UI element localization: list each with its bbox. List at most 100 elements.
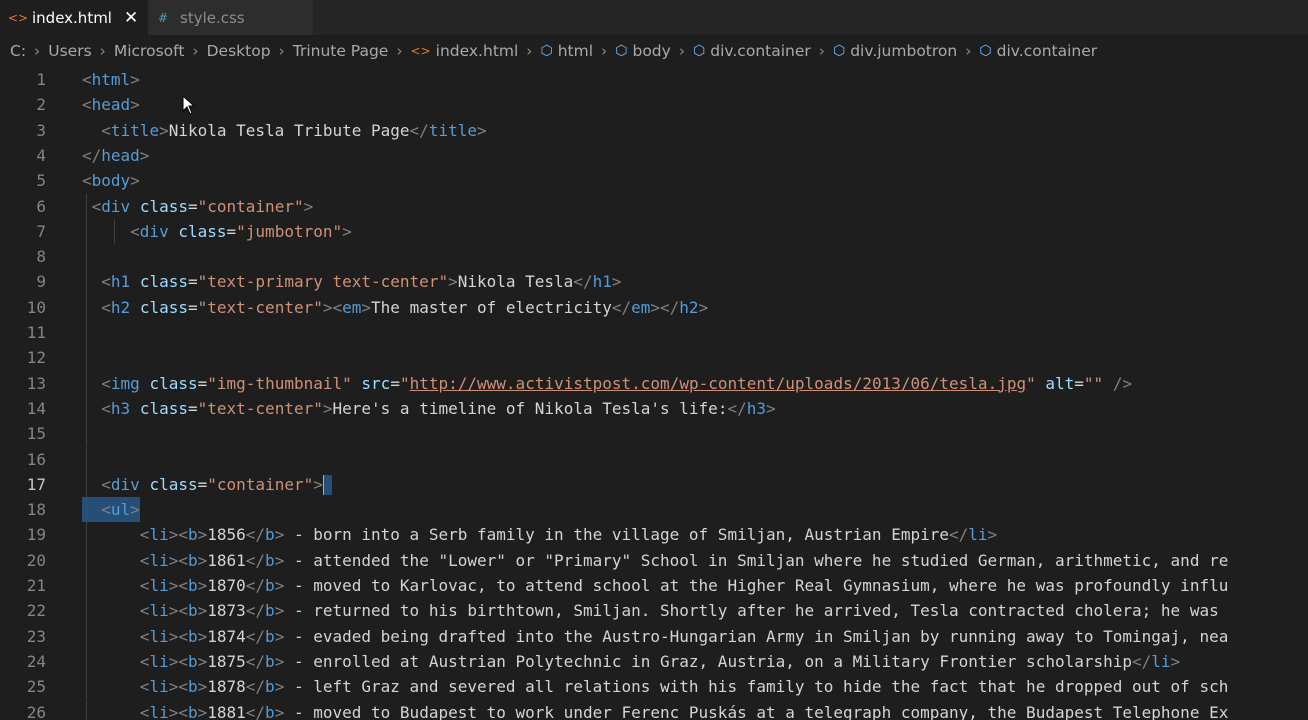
code-token: li — [149, 525, 169, 545]
chevron-right-icon: › — [965, 42, 972, 60]
code-line[interactable]: 12 — [0, 345, 1308, 371]
code-token: </ — [245, 525, 266, 545]
code-token: 1881 — [207, 702, 246, 720]
code-token: b — [265, 677, 275, 697]
close-icon[interactable]: ✕ — [124, 8, 138, 28]
code-line[interactable]: 11 — [0, 320, 1308, 346]
code-line[interactable]: 1 <html> — [0, 67, 1308, 92]
code-token: >< — [322, 297, 343, 317]
tab-style-css[interactable]: # style.css — [148, 0, 313, 35]
breadcrumb-item-symbol[interactable]: ⬡ div.container — [693, 42, 811, 60]
code-token: </ — [245, 702, 266, 720]
code-token: > — [197, 626, 208, 646]
code-token: > — [765, 398, 776, 418]
code-token: 1861 — [207, 550, 246, 570]
breadcrumb-item[interactable]: C: — [10, 42, 26, 60]
breadcrumb-item[interactable]: Microsoft — [114, 42, 185, 60]
code-token: em — [631, 297, 651, 317]
code-line[interactable]: 17 <div class="container"> — [0, 471, 1308, 498]
code-token: >< — [168, 626, 188, 646]
breadcrumb-item[interactable]: Users — [48, 42, 91, 60]
code-line[interactable]: 2 <head> — [0, 92, 1308, 117]
line-number: 22 — [26, 601, 46, 621]
line-number: 2 — [36, 95, 46, 115]
code-text: <img class="img-thumbnail" src="http://w… — [82, 371, 1132, 396]
code-token: < — [82, 651, 150, 671]
breadcrumb-item-symbol[interactable]: ⬡ body — [615, 42, 671, 60]
code-token: Nikola Tesla — [457, 272, 574, 292]
code-line[interactable]: 26 <li><b>1881</b> - moved to Budapest t… — [0, 699, 1308, 720]
code-line[interactable]: 13 <img class="img-thumbnail" src="http:… — [0, 370, 1308, 396]
code-token: title — [428, 120, 477, 140]
code-line[interactable]: 20 <li><b>1861</b> - attended the "Lower… — [0, 547, 1308, 573]
code-line[interactable]: 22 <li><b>1873</b> - returned to his bir… — [0, 598, 1308, 624]
code-token: > — [197, 702, 208, 720]
code-token: /> — [1103, 373, 1133, 393]
code-token: h3 — [746, 398, 766, 418]
code-text: <div class="container"> — [82, 472, 332, 497]
code-line[interactable]: 4 </head> — [0, 143, 1308, 168]
code-line[interactable]: 9 <h1 class="text-primary text-center">N… — [0, 269, 1308, 295]
code-token: > — [274, 677, 285, 697]
code-token: > — [197, 550, 208, 570]
line-number: 26 — [26, 702, 46, 720]
code-token: > — [274, 626, 285, 646]
code-token: b — [187, 677, 198, 697]
code-line[interactable]: 24 <li><b>1875</b> - enrolled at Austria… — [0, 648, 1308, 675]
line-number: 11 — [26, 323, 46, 342]
code-line[interactable]: 7 <div class="jumbotron"> — [0, 218, 1308, 245]
code-token: li — [1151, 651, 1171, 671]
code-line[interactable]: 15 — [0, 421, 1308, 447]
code-token: < — [82, 70, 92, 89]
code-line[interactable]: 5 <body> — [0, 168, 1308, 193]
code-token: 1878 — [207, 677, 246, 697]
code-token: li — [149, 651, 169, 671]
line-number: 4 — [36, 145, 46, 165]
breadcrumb-item-symbol[interactable]: ⬡ div.jumbotron — [833, 42, 957, 60]
breadcrumb-item[interactable]: Desktop — [207, 42, 271, 60]
code-token: </ — [611, 297, 632, 317]
breadcrumb-item-file[interactable]: <> index.html — [411, 42, 519, 60]
code-line[interactable]: 18 <ul> — [0, 497, 1308, 523]
code-token: h2 — [110, 297, 131, 317]
code-token: < — [82, 576, 150, 595]
indent-guide — [86, 446, 87, 472]
code-token: > — [987, 525, 998, 545]
code-line[interactable]: 16 — [0, 446, 1308, 472]
code-token: > — [274, 576, 285, 595]
code-token: > — [130, 500, 140, 520]
code-line[interactable]: 8 — [0, 244, 1308, 270]
breadcrumb-item-symbol[interactable]: ⬡ html — [541, 42, 594, 60]
code-token: html — [91, 70, 131, 89]
breadcrumb-item-symbol[interactable]: ⬡ div.container — [979, 42, 1097, 60]
code-line[interactable]: 10 <h2 class="text-center"><em>The maste… — [0, 294, 1308, 320]
code-line[interactable]: 14 <h3 class="text-center">Here's a time… — [0, 395, 1308, 422]
code-token: class — [149, 474, 198, 494]
code-text: <h2 class="text-center"><em>The master o… — [82, 295, 708, 320]
code-token: class — [149, 373, 198, 393]
code-line[interactable]: 19 <li><b>1856</b> - born into a Serb fa… — [0, 522, 1308, 548]
code-line[interactable]: 25 <li><b>1878</b> - left Graz and sever… — [0, 674, 1308, 700]
tab-index-html[interactable]: <> index.html ✕ — [0, 0, 148, 35]
code-line[interactable]: 23 <li><b>1874</b> - evaded being drafte… — [0, 623, 1308, 649]
code-token: > — [274, 525, 285, 545]
code-text: <h3 class="text-center">Here's a timelin… — [82, 396, 776, 421]
code-text: <div class="jumbotron"> — [82, 219, 352, 244]
code-editor[interactable]: 1 <html> 2 <head> 3 <title>Nikola Tesla Trib… — [0, 67, 1308, 720]
code-token: > — [611, 272, 622, 292]
code-line[interactable]: 3 <title>Nikola Tesla Tribute Page</titl… — [0, 118, 1308, 143]
code-token: http://www.activistpost.com/wp-content/u… — [409, 373, 1027, 393]
code-token: b — [187, 626, 198, 646]
code-token: > — [1170, 651, 1181, 671]
code-token: - left Graz and severed all relations wi… — [284, 677, 1229, 697]
code-line[interactable]: 21 <li><b>1870</b> - moved to Karlovac, … — [0, 573, 1308, 599]
breadcrumb-item[interactable]: Trinute Page — [293, 42, 389, 60]
code-line[interactable]: 6 <div class="container"> — [0, 193, 1308, 219]
code-token: b — [265, 601, 275, 621]
code-token: div — [110, 474, 140, 494]
code-token: head — [101, 145, 140, 165]
